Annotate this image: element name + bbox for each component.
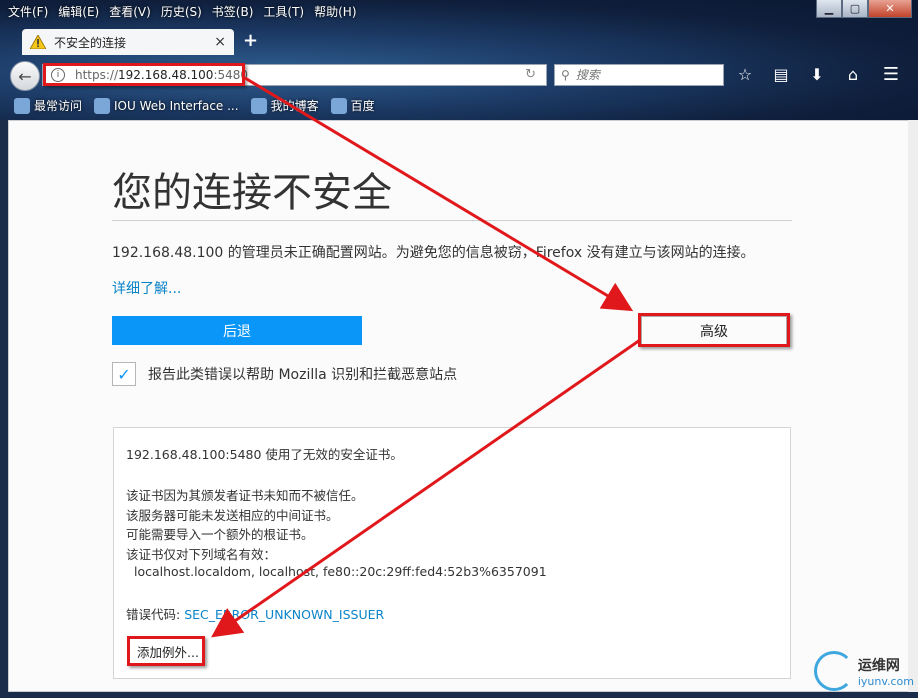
- logo-circle-icon: [814, 651, 854, 691]
- annotation-arrows: [211, 76, 641, 638]
- arrow-url-to-advanced: [244, 76, 634, 312]
- watermark-domain: iyunv.com: [857, 674, 914, 688]
- watermark-name: 运维网: [857, 657, 900, 674]
- arrow-advanced-to-exception: [211, 338, 641, 638]
- watermark-logo: 运维网 iyunv.com: [814, 648, 914, 694]
